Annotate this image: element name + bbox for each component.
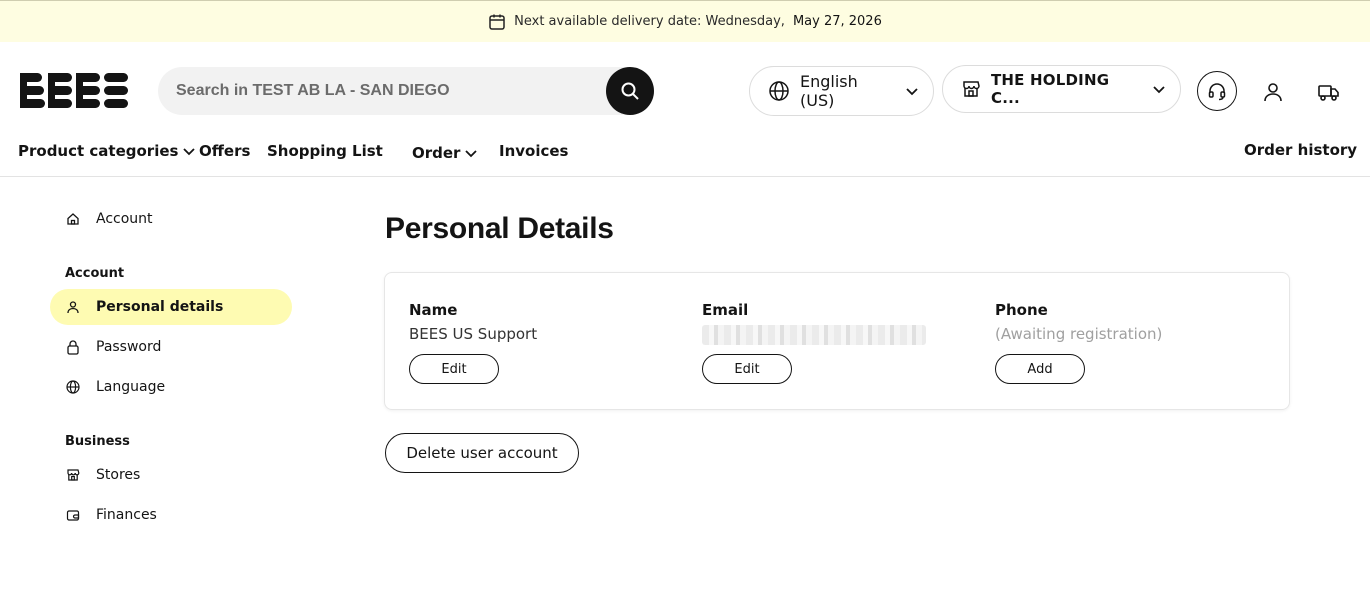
lock-icon <box>66 340 80 355</box>
nav-shopping-list[interactable]: Shopping List <box>267 142 383 160</box>
truck-icon <box>1318 85 1339 101</box>
search-input[interactable] <box>158 82 598 100</box>
store-selector[interactable]: THE HOLDING C... <box>942 65 1181 113</box>
email-field: Email Edit <box>702 301 926 384</box>
chevron-down-icon <box>182 144 196 158</box>
search-button[interactable] <box>606 67 654 115</box>
user-account-button[interactable] <box>1260 79 1286 105</box>
sidebar-item-label: Language <box>96 379 166 395</box>
sidebar-item-account-home[interactable]: Account <box>50 201 292 237</box>
nav-product-categories[interactable]: Product categories <box>18 142 196 160</box>
personal-details-card: Name BEES US Support Edit Email Edit Pho… <box>384 272 1290 410</box>
language-label: English (US) <box>800 72 858 110</box>
nav-invoices[interactable]: Invoices <box>499 142 568 160</box>
nav-order[interactable]: Order <box>412 144 478 162</box>
name-label: Name <box>409 301 458 319</box>
sidebar-heading-account: Account <box>65 266 125 281</box>
globe-icon <box>768 80 790 102</box>
nav-label: Product categories <box>18 142 179 160</box>
nav-label: Order history <box>1244 141 1358 159</box>
phone-value: (Awaiting registration) <box>995 325 1163 343</box>
main-nav: Product categories Offers Shopping List … <box>0 138 1370 164</box>
sidebar-item-label: Account <box>96 211 153 227</box>
phone-field: Phone (Awaiting registration) Add <box>995 301 1162 384</box>
globe-icon <box>66 380 80 394</box>
delivery-date: May 27, 2026 <box>792 14 882 29</box>
search-icon <box>621 82 639 100</box>
bees-logo[interactable] <box>20 73 128 108</box>
store-icon <box>66 468 80 482</box>
redacted-block <box>702 325 926 345</box>
name-value: BEES US Support <box>409 325 538 343</box>
chevron-down-icon <box>1152 82 1166 96</box>
language-selector[interactable]: English (US) <box>749 66 934 116</box>
delete-account-button[interactable]: Delete user account <box>385 433 579 473</box>
home-icon <box>66 212 80 226</box>
wallet-icon <box>66 508 80 522</box>
nav-label: Invoices <box>499 142 569 160</box>
add-phone-button[interactable]: Add <box>995 354 1085 384</box>
calendar-icon <box>488 13 506 31</box>
sidebar-item-personal-details[interactable]: Personal details <box>50 289 292 325</box>
page-title: Personal Details <box>385 212 614 245</box>
store-icon <box>961 79 981 99</box>
sidebar-item-language[interactable]: Language <box>50 369 292 405</box>
email-value-redacted <box>702 325 926 345</box>
delivery-text: Next available delivery date: Wednesday, <box>514 14 785 29</box>
sidebar-item-password[interactable]: Password <box>50 329 292 365</box>
sidebar-item-label: Personal details <box>96 299 224 315</box>
sidebar-heading-business: Business <box>65 434 130 449</box>
edit-name-button[interactable]: Edit <box>409 354 499 384</box>
email-label: Email <box>702 301 749 319</box>
header-divider <box>0 176 1370 177</box>
headset-icon <box>1208 83 1226 101</box>
nav-label: Order <box>412 144 461 162</box>
delivery-banner: Next available delivery date: Wednesday,… <box>0 0 1370 42</box>
sidebar-item-label: Finances <box>96 507 157 523</box>
name-field: Name BEES US Support Edit <box>409 301 537 384</box>
nav-label: Offers <box>199 142 251 160</box>
sidebar-item-label: Password <box>96 339 162 355</box>
store-label: THE HOLDING C... <box>991 71 1110 107</box>
user-icon <box>1264 83 1282 102</box>
truck-cart-button[interactable] <box>1315 79 1343 105</box>
chevron-down-icon <box>464 146 478 160</box>
edit-email-button[interactable]: Edit <box>702 354 792 384</box>
sidebar-item-finances[interactable]: Finances <box>50 497 292 533</box>
sidebar-item-stores[interactable]: Stores <box>50 457 292 493</box>
search-bar <box>158 67 654 115</box>
nav-label: Shopping List <box>267 142 383 160</box>
user-icon <box>66 300 80 314</box>
nav-offers[interactable]: Offers <box>199 142 250 160</box>
nav-order-history[interactable]: Order history <box>1244 141 1357 159</box>
chevron-down-icon <box>905 84 919 98</box>
support-button[interactable] <box>1197 71 1237 111</box>
phone-label: Phone <box>995 301 1048 319</box>
sidebar-item-label: Stores <box>96 467 141 483</box>
